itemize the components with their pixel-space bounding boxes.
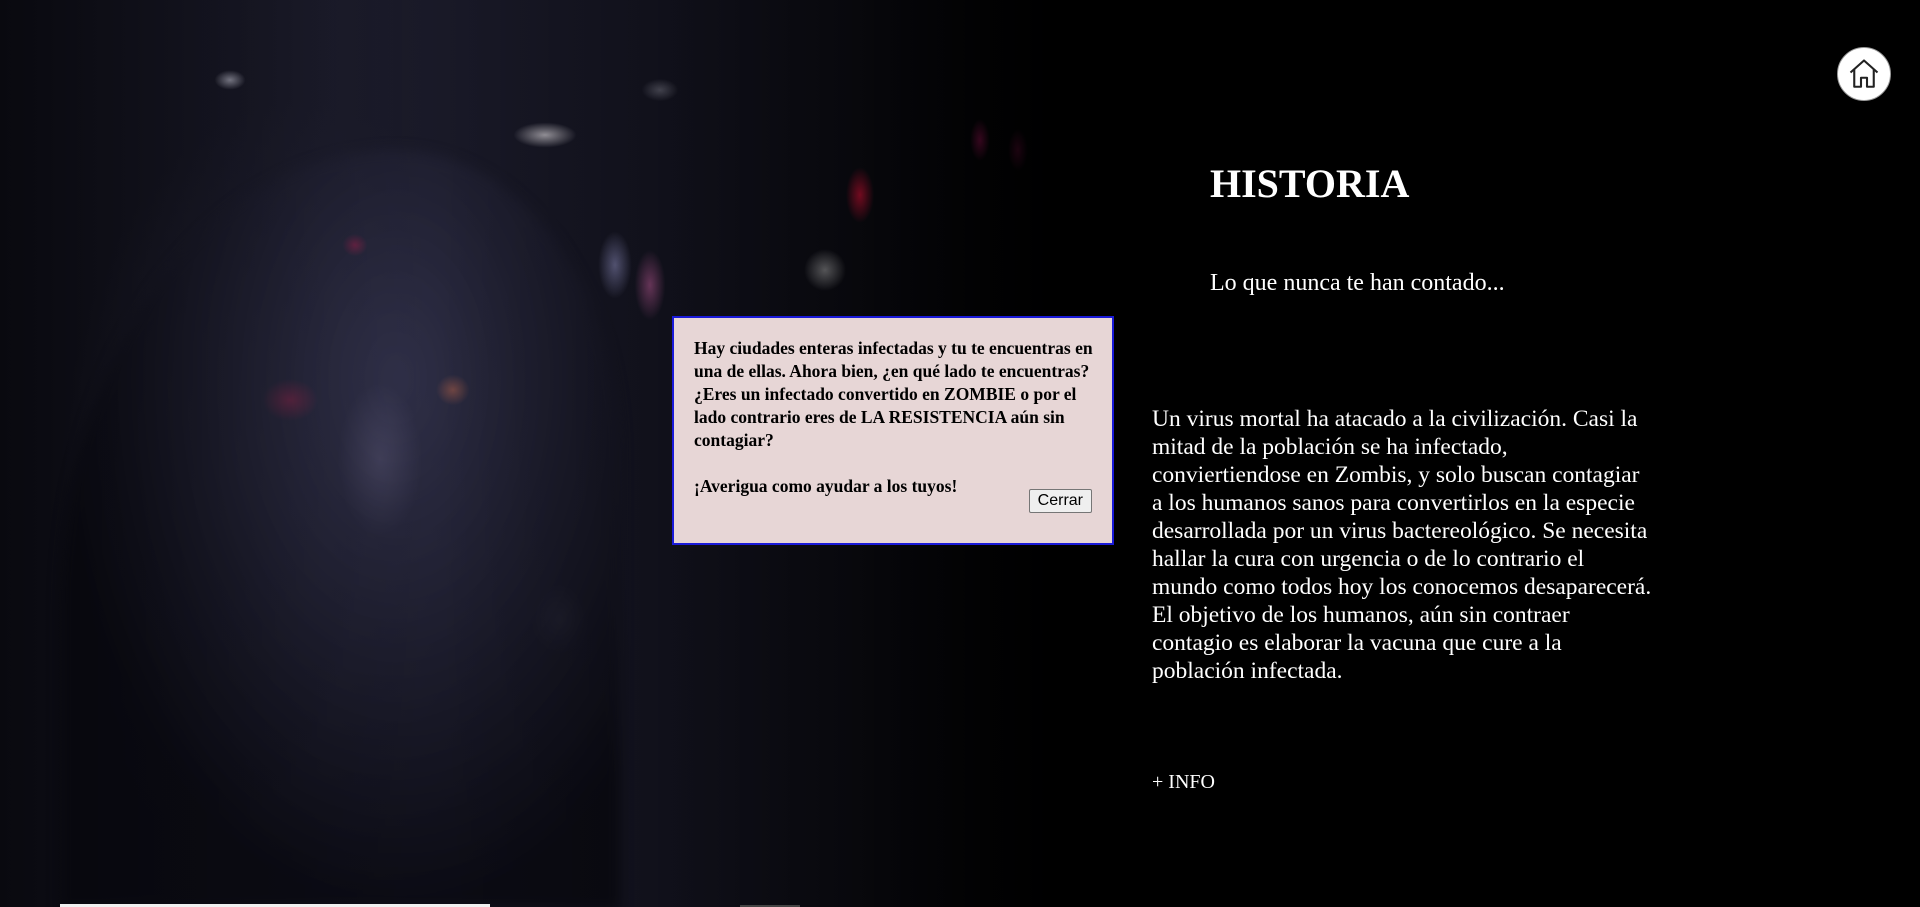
page-title: HISTORIA (1210, 161, 1410, 206)
close-button[interactable]: Cerrar (1028, 489, 1092, 513)
modal-message: Hay ciudades enteras infectadas y tu te … (694, 338, 1093, 450)
page-subtitle: Lo que nunca te han contado... (1210, 270, 1505, 296)
page: HISTORIA Lo que nunca te han contado... … (0, 0, 1920, 907)
story-text: Un virus mortal ha atacado a la civiliza… (1152, 406, 1652, 684)
home-button[interactable] (1837, 47, 1891, 101)
home-icon (1849, 59, 1879, 88)
more-info-link[interactable]: + INFO (1152, 771, 1215, 794)
intro-modal: Hay ciudades enteras infectadas y tu te … (672, 316, 1114, 545)
